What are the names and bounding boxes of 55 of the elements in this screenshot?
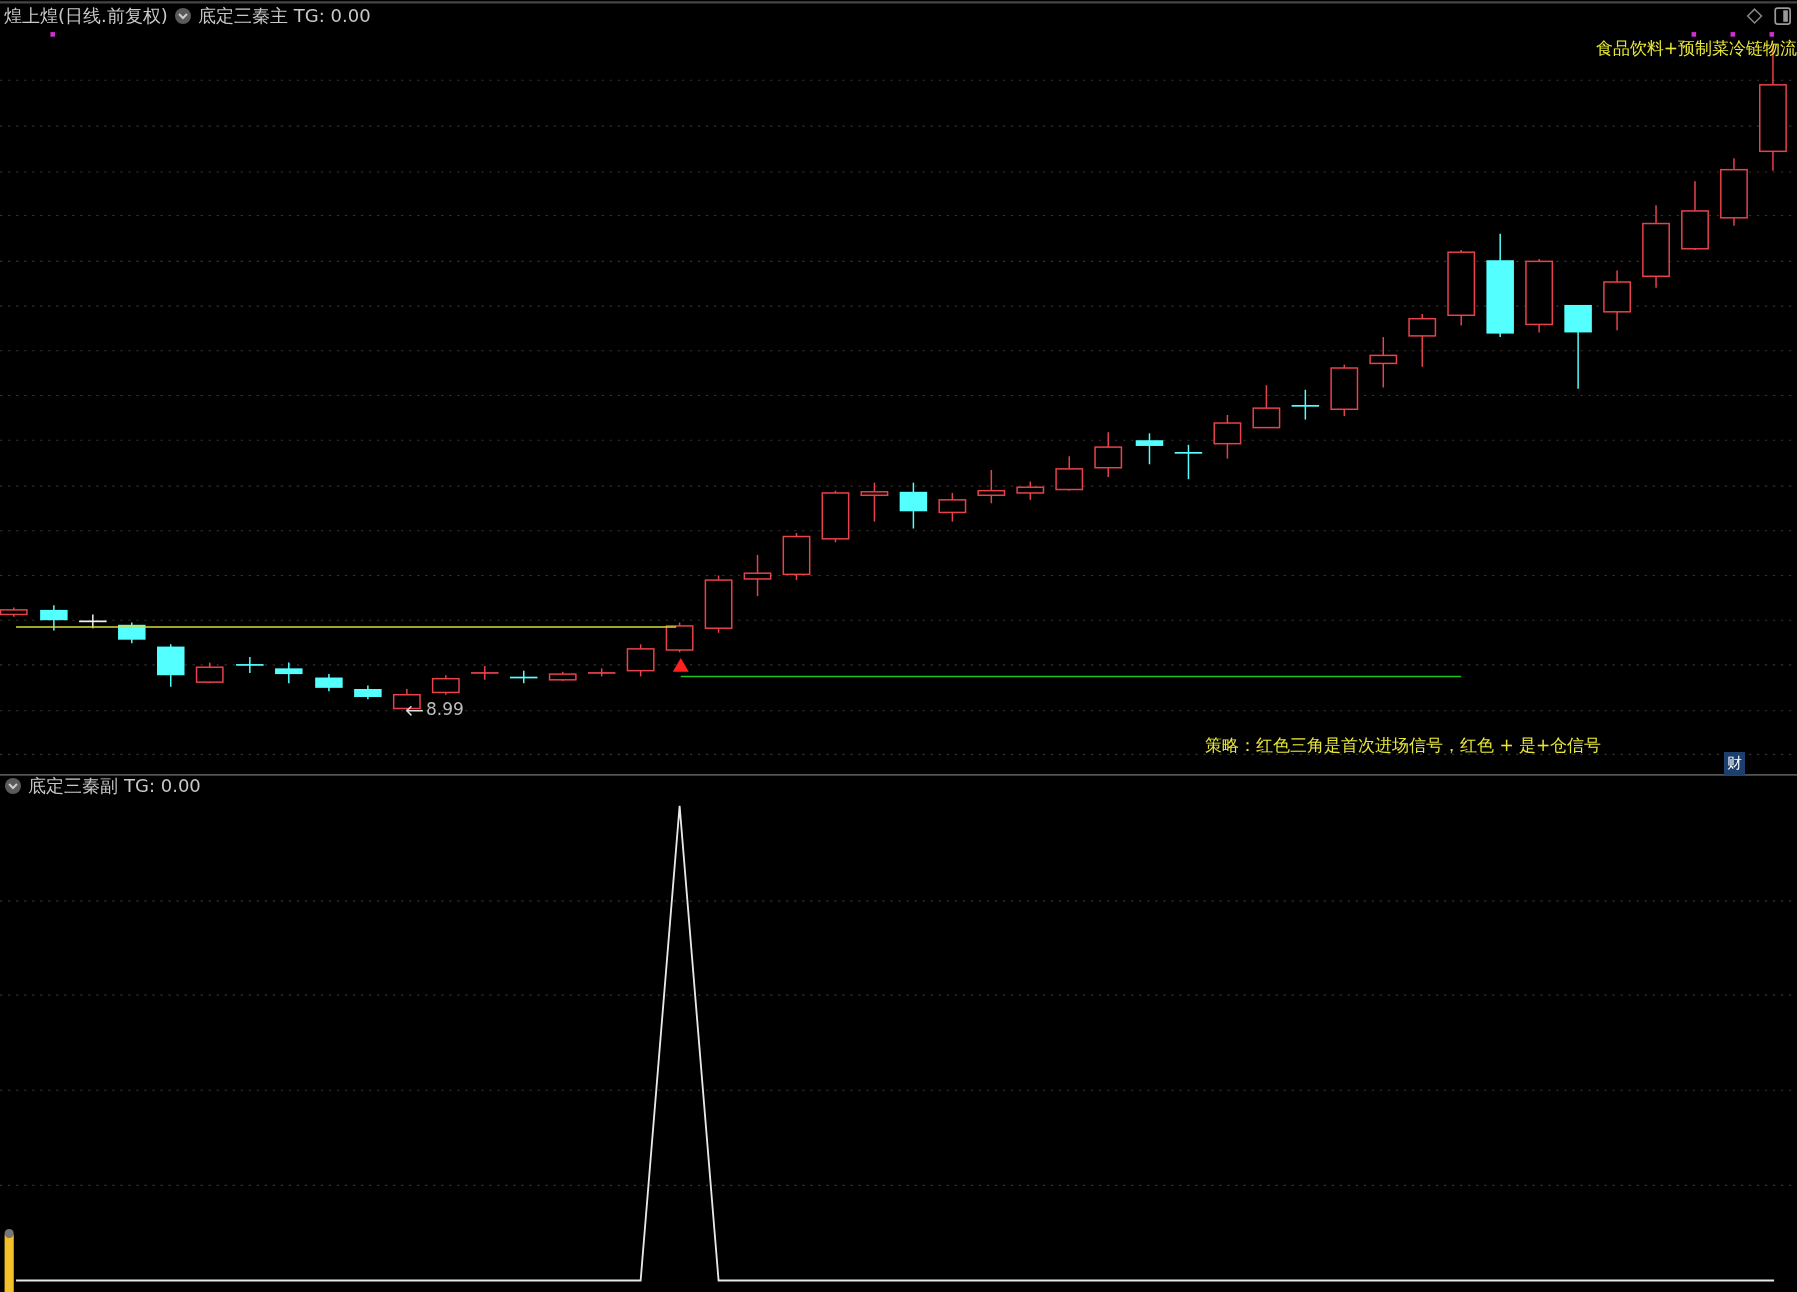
candlestick xyxy=(821,489,850,543)
strategy-note: 策略：红色三角是首次进场信号，红色 + 是+仓信号 xyxy=(1205,734,1602,757)
candlestick xyxy=(118,621,146,644)
candlestick xyxy=(1135,432,1164,466)
candlestick xyxy=(665,621,694,654)
price-label: 8.99 xyxy=(426,698,464,721)
candlestick xyxy=(157,643,185,688)
candlestick xyxy=(275,661,303,684)
candlestick xyxy=(315,673,343,693)
diamond-icon[interactable] xyxy=(1746,8,1763,24)
volume-bar-icon xyxy=(4,1228,14,1292)
candlestick xyxy=(1252,384,1281,429)
triangle-icon xyxy=(672,658,689,672)
candlestick xyxy=(587,667,617,678)
candlestick xyxy=(1213,414,1242,460)
indicator-value: TG: 0.00 xyxy=(293,4,371,28)
candlestick xyxy=(40,604,68,632)
candlestick xyxy=(704,574,733,634)
candlestick xyxy=(1369,336,1398,389)
candlestick xyxy=(509,669,539,684)
candlestick xyxy=(1408,313,1437,368)
candlestick xyxy=(1016,480,1045,501)
candlestick xyxy=(195,661,224,684)
candlestick xyxy=(431,674,460,696)
candlestick xyxy=(354,684,382,701)
candlestick xyxy=(548,671,577,682)
candlestick xyxy=(1173,444,1204,480)
candlestick xyxy=(626,643,655,678)
candlestick xyxy=(1681,180,1709,251)
candlestick xyxy=(899,481,928,530)
stock-title: 煌上煌(日线.前复权) xyxy=(4,4,168,28)
candlestick xyxy=(782,532,811,581)
chevron-down-icon[interactable] xyxy=(4,777,22,795)
candlestick xyxy=(1330,363,1359,417)
arrow-icon xyxy=(405,705,424,717)
candlestick xyxy=(1720,157,1748,227)
candlestick xyxy=(860,481,889,523)
candlestick xyxy=(977,469,1006,504)
sector-label: 食品饮料+预制菜冷链物流 xyxy=(1595,37,1797,60)
candlestick xyxy=(470,665,500,681)
candlestick xyxy=(1055,455,1084,492)
indicator-name: 底定三秦主 xyxy=(197,4,288,28)
candlestick xyxy=(235,656,265,674)
candlestick xyxy=(1094,431,1123,478)
indicator-value: TG: 0.00 xyxy=(124,774,201,798)
candlestick xyxy=(1603,269,1631,331)
candlestick xyxy=(1290,389,1320,421)
finance-badge[interactable]: 财 xyxy=(1724,752,1745,775)
panel-icon[interactable] xyxy=(1774,7,1791,25)
indicator-name: 底定三秦副 xyxy=(28,774,118,798)
candlestick xyxy=(78,613,108,629)
chevron-down-icon[interactable] xyxy=(173,7,192,25)
candlestick xyxy=(392,688,421,712)
candlestick xyxy=(938,492,967,523)
candlestick xyxy=(743,554,772,597)
